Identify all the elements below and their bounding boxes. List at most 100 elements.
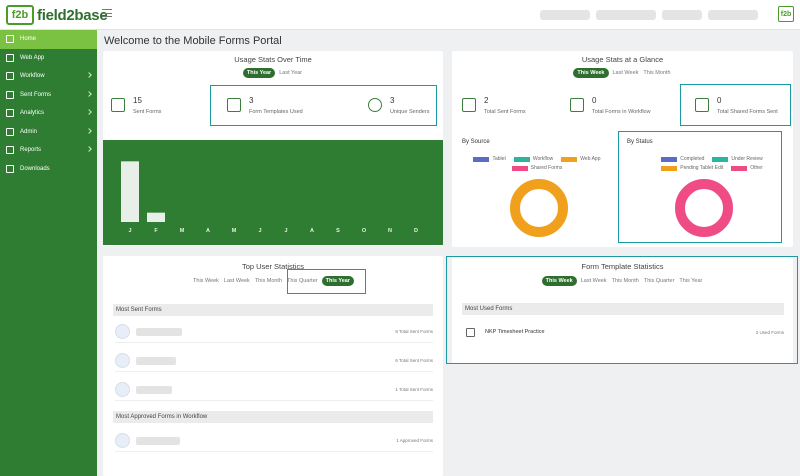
top-user-card: Top User Statistics This Week Last Week … xyxy=(103,256,443,476)
logo[interactable]: f2b field2base xyxy=(6,4,108,26)
sidebar-item-sent-forms[interactable]: Sent Forms xyxy=(0,86,97,105)
x-tick-label: J xyxy=(258,228,261,234)
filter-this-week[interactable]: This Week xyxy=(192,276,220,286)
sidebar-item-reports[interactable]: Reports xyxy=(0,141,97,160)
sidebar-item-admin[interactable]: Admin xyxy=(0,123,97,142)
card-title: Top User Statistics xyxy=(241,262,305,271)
user-avatar-icon xyxy=(115,353,130,368)
sidebar-item-label: Reports xyxy=(20,147,42,154)
user-avatar-icon xyxy=(115,324,130,339)
approved-count: 1 Approved Forms xyxy=(396,438,433,443)
legend-item[interactable]: Shared Forms xyxy=(511,165,563,171)
bar[interactable] xyxy=(147,212,165,222)
filter-this-week[interactable]: This Week xyxy=(573,68,609,78)
sent-count: 8 Total Sent Forms xyxy=(395,329,433,334)
filter-this-month[interactable]: This Month xyxy=(254,276,283,286)
sidebar-item-analytics[interactable]: Analytics xyxy=(0,104,97,123)
by-source-legend: Tablet Workflow Web App Shared Forms xyxy=(462,156,612,171)
list-item[interactable]: 6 Total Sent Forms xyxy=(115,350,433,372)
filter-icon xyxy=(6,146,14,155)
sent-count: 6 Total Sent Forms xyxy=(395,358,433,363)
sidebar-item-web-app[interactable]: Web App xyxy=(0,49,97,68)
sidebar-item-label: Downloads xyxy=(20,165,50,172)
redacted-user-name xyxy=(136,356,176,365)
x-tick-label: J xyxy=(128,228,131,234)
download-icon xyxy=(6,164,14,173)
monthly-sent-chart: JFMAMJJASOND xyxy=(103,140,443,245)
sidebar-item-label: Home xyxy=(20,36,37,43)
highlight-box xyxy=(618,131,782,243)
checkmark-icon xyxy=(115,433,130,448)
legend-item[interactable]: Workflow xyxy=(513,156,554,162)
legend-swatch xyxy=(511,165,528,171)
stat-value: 0 xyxy=(592,96,597,105)
x-tick-label: D xyxy=(414,228,418,234)
share-icon xyxy=(462,98,476,112)
highlight-box xyxy=(287,269,366,294)
legend-item[interactable]: Web App xyxy=(561,156,601,162)
redacted-user-info xyxy=(596,10,656,20)
sidebar-item-label: Web App xyxy=(20,54,45,61)
list-item[interactable]: 8 Total Sent Forms xyxy=(115,321,433,343)
filter-group: This Week Last Week This Month This Quar… xyxy=(103,276,443,286)
legend-label: Workflow xyxy=(532,156,554,162)
highlight-box xyxy=(680,84,791,126)
most-sent-header: Most Sent Forms xyxy=(113,304,433,316)
x-tick-label: M xyxy=(180,228,185,234)
redacted-user-name xyxy=(136,385,172,394)
redacted-user-info xyxy=(662,10,702,20)
x-tick-label: A xyxy=(310,228,314,234)
highlight-box xyxy=(210,85,437,126)
bar[interactable] xyxy=(121,161,139,222)
chevron-right-icon xyxy=(86,72,92,78)
top-bar: f2b field2base f2b xyxy=(0,0,800,30)
page-title: Welcome to the Mobile Forms Portal xyxy=(104,35,282,47)
chevron-right-icon xyxy=(86,109,92,115)
x-tick-label: J xyxy=(284,228,287,234)
sidebar-item-label: Workflow xyxy=(20,73,45,80)
stat-label: Total Sent Forms xyxy=(484,109,526,115)
redacted-user-name xyxy=(136,327,182,336)
sidebar-item-label: Sent Forms xyxy=(20,91,52,98)
send-icon xyxy=(6,90,14,99)
legend-item[interactable]: Tablet xyxy=(473,156,506,162)
legend-label: Web App xyxy=(580,156,601,162)
sidebar: Home Web App Workflow Sent Forms Analytics Ad… xyxy=(0,30,97,476)
sidebar-item-downloads[interactable]: Downloads xyxy=(0,160,97,179)
filter-last-week[interactable]: Last Week xyxy=(612,68,640,78)
highlight-box xyxy=(446,256,798,364)
sidebar-item-label: Admin xyxy=(20,128,38,135)
x-tick-label: A xyxy=(206,228,210,234)
stat-sent-forms: 15 Sent Forms xyxy=(111,96,161,115)
x-tick-label: N xyxy=(388,228,392,234)
legend-label: Tablet xyxy=(492,156,506,162)
sidebar-item-label: Analytics xyxy=(20,110,45,117)
chevron-right-icon xyxy=(86,146,92,152)
filter-last-week[interactable]: Last Week xyxy=(223,276,251,286)
sidebar-item-home[interactable]: Home xyxy=(0,30,97,49)
filter-group: This Year Last Year xyxy=(103,68,443,78)
legend-swatch xyxy=(561,156,578,162)
list-item[interactable]: 1 Approved Forms xyxy=(115,430,433,452)
sidebar-item-workflow[interactable]: Workflow xyxy=(0,67,97,86)
menu-toggle-icon[interactable] xyxy=(102,9,112,17)
filter-this-year[interactable]: This Year xyxy=(242,68,276,78)
admin-icon xyxy=(6,127,14,136)
chevron-right-icon xyxy=(86,90,92,97)
workflow-icon xyxy=(6,72,14,81)
user-avatar-icon xyxy=(115,382,130,397)
list-item[interactable]: 1 Total Sent Forms xyxy=(115,379,433,401)
by-source-title: By Source xyxy=(462,139,490,145)
logo-text: field2base xyxy=(37,6,108,24)
filter-this-month[interactable]: This Month xyxy=(642,68,671,78)
legend-label: Shared Forms xyxy=(530,165,563,171)
by-source-donut xyxy=(510,179,568,237)
redacted-user-name xyxy=(136,436,180,445)
company-logo-small: f2b xyxy=(778,6,794,22)
filter-last-year[interactable]: Last Year xyxy=(278,68,303,78)
workflow-icon xyxy=(570,98,584,112)
redacted-user-info xyxy=(708,10,758,20)
chart-icon xyxy=(6,109,14,118)
stat-value: 15 xyxy=(133,96,142,105)
home-icon xyxy=(6,35,14,44)
